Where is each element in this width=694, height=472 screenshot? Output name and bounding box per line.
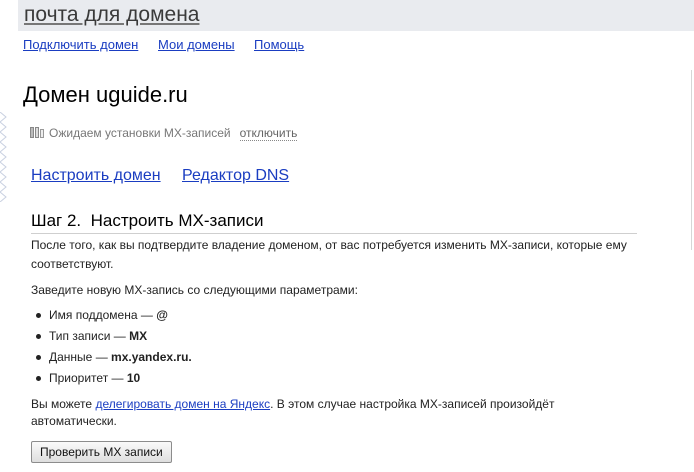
list-item: Тип записи — MX bbox=[31, 326, 192, 347]
param-value: 10 bbox=[126, 371, 141, 385]
note-text-before: Вы можете bbox=[31, 397, 96, 411]
nav-my-domains[interactable]: Мои домены bbox=[158, 37, 235, 53]
delegate-note: Вы можете делегировать домен на Яндекс. … bbox=[31, 396, 641, 430]
param-value: @ bbox=[156, 308, 168, 322]
bullet bbox=[36, 313, 41, 318]
domain-tabs: Настроить домен Редактор DNS bbox=[31, 166, 289, 186]
bullet bbox=[36, 355, 41, 360]
param-value: mx.yandex.ru. bbox=[111, 350, 192, 364]
tab-dns-editor[interactable]: Редактор DNS bbox=[182, 166, 289, 186]
domain-title: Домен uguide.ru bbox=[23, 82, 188, 107]
panel-border bbox=[691, 70, 692, 250]
status-text: Ожидаем установки MX-записей bbox=[49, 126, 231, 140]
delegate-link[interactable]: делегировать домен на Яндекс bbox=[95, 397, 270, 411]
tab-configure-domain[interactable]: Настроить домен bbox=[31, 167, 161, 184]
list-item: Приоритет — 10 bbox=[31, 368, 192, 389]
bullet bbox=[36, 334, 41, 339]
mx-params-list: Имя поддомена — @ Тип записи — MX Данные… bbox=[31, 305, 192, 389]
service-title[interactable]: почта для домена bbox=[24, 2, 199, 28]
param-label: Приоритет — bbox=[49, 371, 127, 385]
nav-help[interactable]: Помощь bbox=[254, 37, 304, 53]
list-item: Имя поддомена — @ bbox=[31, 305, 192, 326]
step-title: Шаг 2. Настроить MX-записи bbox=[31, 210, 637, 234]
nav-connect-domain[interactable]: Подключить домен bbox=[23, 37, 138, 53]
param-value: MX bbox=[129, 329, 148, 343]
param-label: Имя поддомена — bbox=[49, 308, 157, 322]
disable-link[interactable]: отключить bbox=[239, 126, 298, 141]
page: почта для домена Подключить домен Мои до… bbox=[0, 0, 694, 472]
hourglass-icon bbox=[30, 126, 45, 143]
param-label: Тип записи — bbox=[49, 329, 130, 343]
check-mx-button[interactable]: Проверить MX записи bbox=[31, 441, 172, 463]
list-item: Данные — mx.yandex.ru. bbox=[31, 347, 192, 368]
domain-status: Ожидаем установки MX-записей отключить bbox=[30, 126, 298, 143]
bullet bbox=[36, 376, 41, 381]
step-instruction: Заведите новую MX-запись со следующими п… bbox=[31, 283, 358, 297]
zigzag-edge bbox=[0, 112, 7, 202]
param-label: Данные — bbox=[49, 350, 112, 364]
step-intro: После того, как вы подтвердите владение … bbox=[31, 238, 627, 271]
